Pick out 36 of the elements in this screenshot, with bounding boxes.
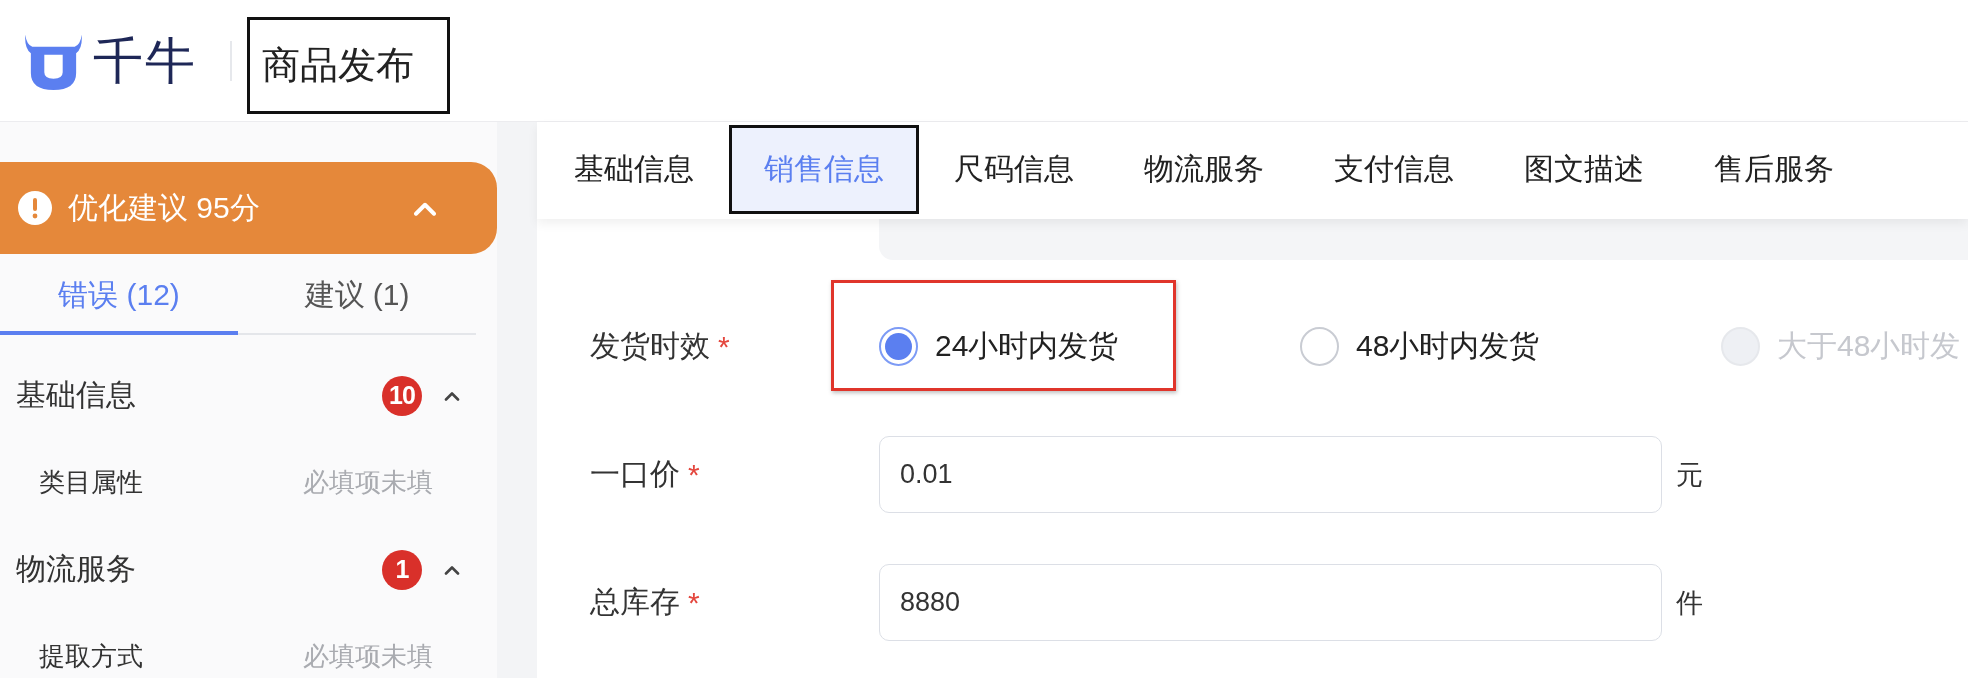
chevron-up-icon[interactable] — [444, 390, 460, 401]
error-count-badge: 1 — [382, 549, 422, 590]
section-title[interactable]: 基础信息 — [16, 375, 382, 416]
sidebar-tab[interactable]: 错误 (12) — [0, 254, 238, 335]
unit-label: 元 — [1676, 458, 1703, 492]
radio-option[interactable]: 48小时内发货 — [1300, 326, 1540, 367]
field-name[interactable]: 提取方式 — [39, 639, 303, 674]
error-status: 必填项未填 — [303, 466, 433, 499]
banner-title: 优化建议 95分 — [68, 189, 261, 226]
app-name: 千牛 — [93, 35, 197, 86]
required-mark: * — [688, 457, 700, 492]
section-title[interactable]: 物流服务 — [16, 549, 382, 590]
section-tab[interactable]: 物流服务 — [1109, 125, 1299, 214]
required-mark: * — [688, 585, 700, 620]
section-tab[interactable]: 基础信息 — [539, 125, 729, 214]
section-tab[interactable]: 尺码信息 — [919, 125, 1109, 214]
page-title: 商品发布 — [247, 17, 450, 114]
unit-label: 件 — [1676, 586, 1703, 620]
input-field[interactable]: 8880 — [879, 564, 1662, 641]
section-tab[interactable]: 图文描述 — [1489, 125, 1679, 214]
radio-button[interactable] — [879, 327, 918, 366]
section-tab[interactable]: 售后服务 — [1679, 125, 1869, 214]
error-status: 必填项未填 — [303, 640, 433, 673]
field-name[interactable]: 类目属性 — [39, 465, 303, 500]
field-label: 一口价 — [590, 456, 680, 492]
section-tab[interactable]: 支付信息 — [1299, 125, 1489, 214]
chevron-up-icon[interactable] — [444, 564, 460, 575]
exclamation-icon — [18, 191, 52, 225]
required-mark: * — [718, 329, 730, 364]
sidebar-tab[interactable]: 建议 (1) — [238, 254, 476, 335]
radio-option[interactable]: 24小时内发货 — [879, 326, 1119, 367]
field-label: 发货时效 — [590, 328, 710, 364]
radio-button[interactable] — [1300, 327, 1339, 366]
input-field[interactable]: 0.01 — [879, 436, 1662, 513]
field-label: 总库存 — [590, 584, 680, 620]
error-count-badge: 10 — [382, 375, 422, 416]
